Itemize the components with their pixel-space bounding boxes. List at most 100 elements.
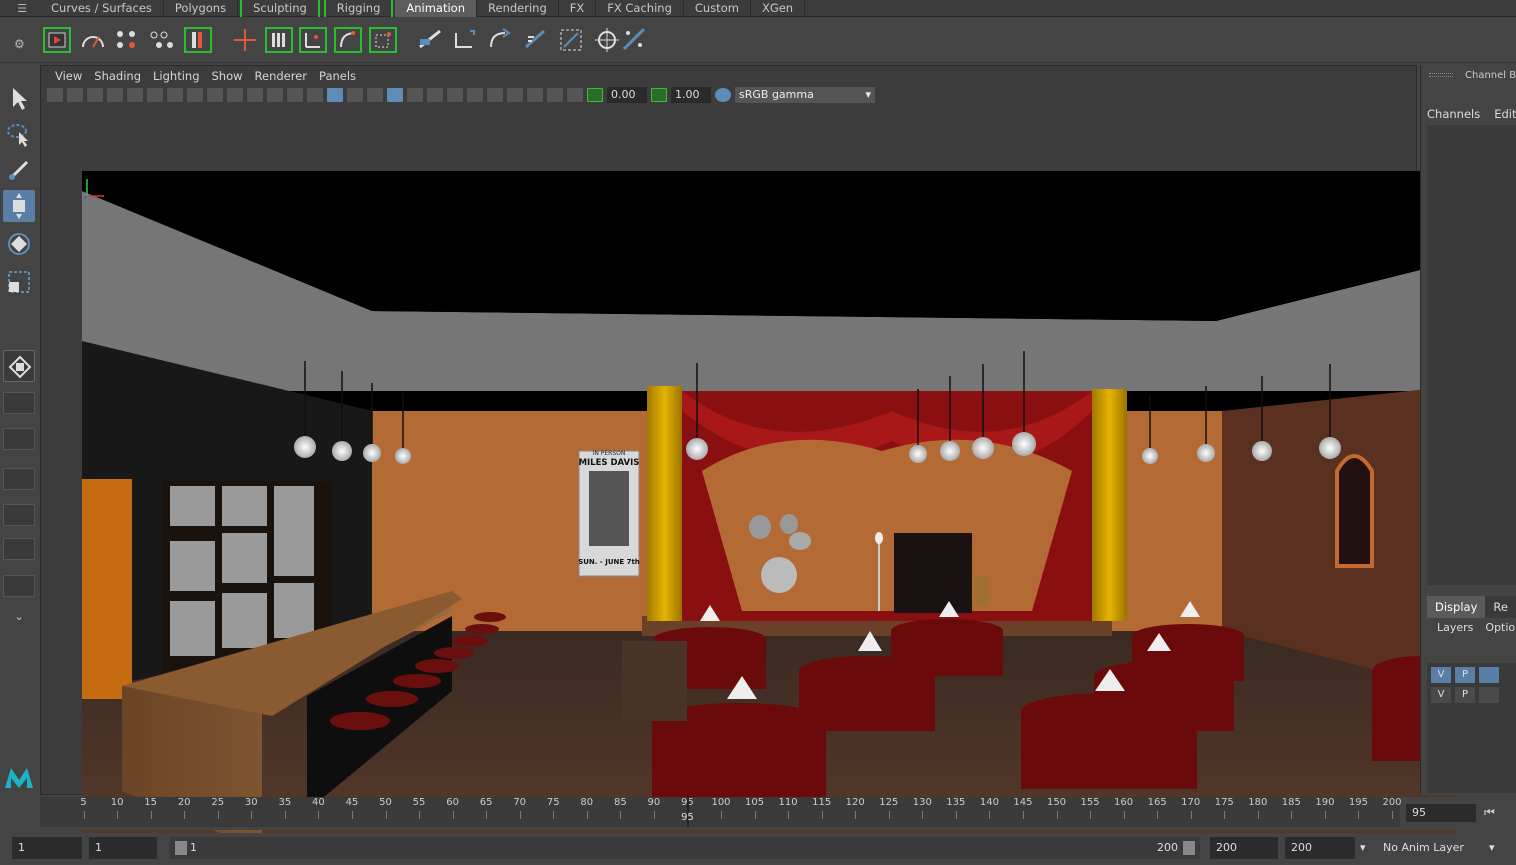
range-start-handle[interactable] [175,841,187,855]
wireframe-icon[interactable] [307,88,323,102]
layer-color-swatch[interactable] [1479,687,1499,703]
gamma-field[interactable]: 1.00 [671,87,711,103]
field-chart-icon[interactable] [247,88,263,102]
shelf-menu-icon[interactable]: ☰ [13,2,31,15]
menu-channels[interactable]: Channels [1427,107,1480,121]
playback-toggle[interactable]: P [1455,687,1475,703]
playback-end-field[interactable]: 200 [1210,837,1278,859]
animation-start-field[interactable]: 1 [12,837,82,859]
joint-icon[interactable] [230,25,260,55]
xray-joints-icon[interactable] [567,88,583,102]
tab-render-layers[interactable]: Re [1485,596,1516,618]
anim-layer-dropdown[interactable]: No Anim Layer [1377,837,1487,859]
menu-layers[interactable]: Layers [1437,621,1473,634]
exposure-field[interactable]: 0.00 [607,87,647,103]
safe-action-icon[interactable] [267,88,283,102]
menu-shading[interactable]: Shading [88,69,147,83]
menu-panels[interactable]: Panels [313,69,362,83]
hypershade-layout-button[interactable] [3,575,35,597]
keys-icon[interactable] [112,25,142,55]
gear-icon[interactable]: ⚙ [14,37,25,51]
xray-icon[interactable] [527,88,543,102]
textured-icon[interactable] [367,88,383,102]
panel-drag-handle[interactable] [1429,73,1453,77]
camera-attributes-icon[interactable] [67,88,83,102]
resolution-gate-icon[interactable] [207,88,223,102]
tab-custom[interactable]: Custom [684,0,751,17]
orient-constraint-icon[interactable] [450,25,480,55]
layer-color-swatch[interactable] [1479,667,1499,683]
color-management-icon[interactable] [715,88,731,102]
select-tool-icon[interactable] [3,82,35,114]
channel-list[interactable] [1427,125,1516,585]
menu-show[interactable]: Show [206,69,249,83]
tab-fx[interactable]: FX [559,0,597,17]
lasso-tool-icon[interactable] [3,118,35,150]
range-slider-bar[interactable]: 1 200 [170,837,1200,859]
motion-blur-icon[interactable] [447,88,463,102]
multisample-aa-icon[interactable] [467,88,483,102]
scale-constraint-icon[interactable] [485,25,515,55]
gate-mask-icon[interactable] [227,88,243,102]
menu-view[interactable]: View [49,69,88,83]
tab-display-layers[interactable]: Display [1427,596,1486,618]
tab-xgen[interactable]: XGen [751,0,806,17]
rotate-tool-icon[interactable] [3,228,35,260]
range-end-handle[interactable] [1183,841,1195,855]
screen-space-ao-icon[interactable] [427,88,443,102]
tab-animation[interactable]: Animation [395,0,478,17]
chevron-down-icon[interactable]: ▾ [1360,837,1366,859]
2d-pan-zoom-icon[interactable] [127,88,143,102]
exposure-icon[interactable] [587,88,603,102]
ik-handle-icon[interactable] [264,25,294,55]
tab-sculpting[interactable]: Sculpting [240,0,320,17]
tab-rigging[interactable]: Rigging [323,0,394,17]
view-transform-dropdown[interactable]: sRGB gamma ▾ [735,87,875,103]
single-pane-layout-button[interactable] [3,392,35,414]
image-plane-icon[interactable] [107,88,123,102]
tab-curves-surfaces[interactable]: Curves / Surfaces [40,0,164,17]
geometry-constraint-icon[interactable] [556,25,586,55]
side-by-side-layout-button[interactable] [3,468,35,490]
camera-select-icon[interactable] [47,88,63,102]
toolbox-expand-icon[interactable]: ⌄ [3,610,35,624]
bookmark-icon[interactable] [87,88,103,102]
go-to-start-icon[interactable]: ⏮ [1484,805,1495,820]
use-all-lights-icon[interactable] [387,88,403,102]
point-constraint-icon[interactable] [368,25,398,55]
visibility-toggle[interactable]: V [1431,667,1451,683]
tangent-constraint-icon[interactable] [620,25,650,55]
normal-constraint-icon[interactable] [592,25,622,55]
menu-lighting[interactable]: Lighting [147,69,205,83]
shadows-icon[interactable] [407,88,423,102]
set-key-icon[interactable] [183,25,213,55]
menu-renderer[interactable]: Renderer [249,69,314,83]
tab-polygons[interactable]: Polygons [164,0,239,17]
move-tool-icon[interactable] [3,190,35,222]
isolate-select-icon[interactable] [507,88,523,102]
xray-active-icon[interactable] [547,88,563,102]
scale-tool-icon[interactable] [3,266,35,298]
chevron-down-icon[interactable]: ▾ [1489,837,1495,859]
skin-bind-icon[interactable] [298,25,328,55]
film-gate-icon[interactable] [187,88,203,102]
3d-viewport[interactable]: IN PERSON MILES DAVIS SUN. - JUNE 7th [82,171,1456,858]
four-pane-layout-button[interactable] [3,428,35,450]
visibility-toggle[interactable]: V [1431,687,1451,703]
safe-title-icon[interactable] [287,88,303,102]
smooth-shade-icon[interactable] [327,88,343,102]
paint-select-icon[interactable] [3,154,35,186]
parent-constraint-icon[interactable] [333,25,363,55]
grease-pencil-icon[interactable] [147,88,163,102]
depth-of-field-icon[interactable] [487,88,503,102]
current-time-field[interactable]: 95 [1406,804,1476,822]
menu-edit[interactable]: Edit [1494,107,1516,121]
playblast-icon[interactable] [42,25,72,55]
breakdown-keys-icon[interactable] [147,25,177,55]
layer-row[interactable]: V P [1431,687,1499,703]
menu-options[interactable]: Option [1485,621,1516,634]
playback-start-field[interactable]: 1 [89,837,157,859]
time-slider-track[interactable]: 5 10 15 20 25 30 35 40 45 50 55 60 65 70 75 80 85 90 95 100… [40,797,1402,827]
pole-vector-icon[interactable] [520,25,550,55]
animation-end-field[interactable]: 200 [1285,837,1355,859]
